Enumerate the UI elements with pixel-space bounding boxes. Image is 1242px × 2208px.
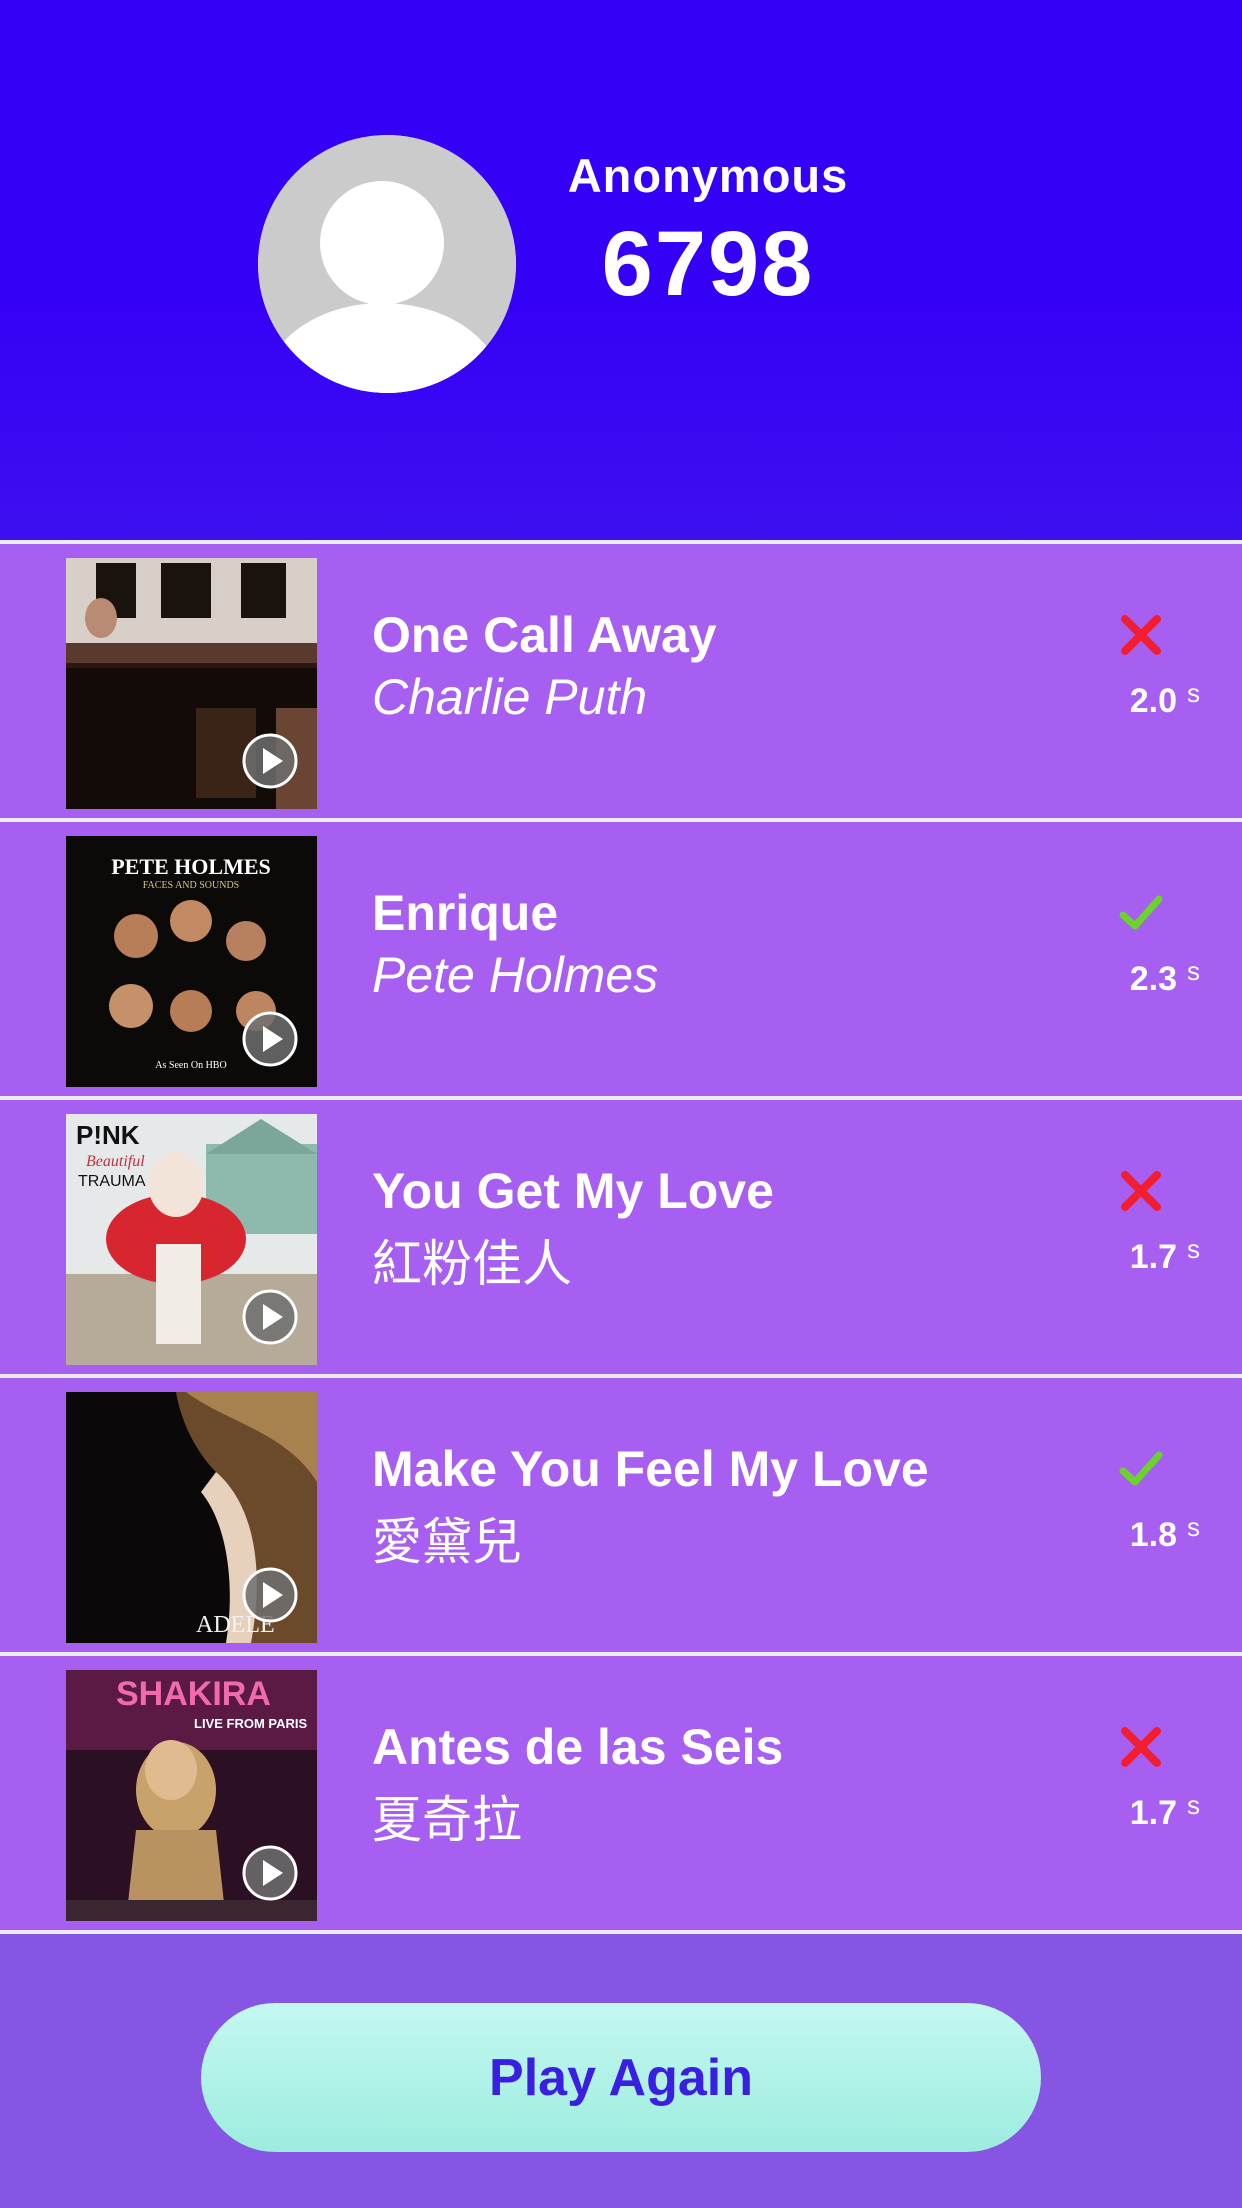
cross-icon	[1118, 612, 1164, 658]
answer-time: 1.7 s	[1129, 1234, 1200, 1276]
divider	[0, 1930, 1242, 1934]
song-artist: Charlie Puth	[372, 669, 648, 725]
song-artist: 愛黛兒	[372, 1514, 522, 1570]
username: Anonymous	[567, 149, 849, 202]
svg-text:PETE HOLMES: PETE HOLMES	[111, 854, 271, 879]
answer-time: 2.3 s	[1129, 956, 1200, 998]
profile-header: Anonymous 6798	[0, 0, 1242, 540]
svg-text:As Seen On HBO: As Seen On HBO	[155, 1060, 226, 1071]
score: 6798	[601, 213, 815, 315]
cross-icon	[1118, 1168, 1164, 1214]
checkmark-icon	[1118, 1446, 1164, 1492]
song-title: One Call Away	[372, 607, 717, 663]
answer-time: 1.8 s	[1129, 1512, 1200, 1554]
song-artist: 夏奇拉	[372, 1792, 522, 1848]
list-item[interactable]: One Call Away Charlie Puth 2.0 s	[0, 544, 1242, 818]
play-circle-icon[interactable]	[242, 1845, 298, 1901]
song-title: You Get My Love	[372, 1163, 774, 1219]
default-user-avatar-icon	[258, 135, 516, 393]
list-item[interactable]: SHAKIRA LIVE FROM PARIS Antes de las Sei…	[0, 1656, 1242, 1930]
album-cover: ADELE	[66, 1392, 317, 1643]
svg-text:TRAUMA: TRAUMA	[78, 1173, 146, 1190]
play-circle-icon[interactable]	[242, 1289, 298, 1345]
svg-text:LIVE FROM PARIS: LIVE FROM PARIS	[194, 1716, 307, 1731]
song-artist: 紅粉佳人	[372, 1236, 572, 1292]
album-cover: P!NK Beautiful TRAUMA	[66, 1114, 317, 1365]
album-cover: PETE HOLMES FACES AND SOUNDS As Seen On …	[66, 836, 317, 1087]
avatar	[258, 135, 516, 393]
album-cover	[66, 558, 317, 809]
song-title: Antes de las Seis	[372, 1719, 784, 1775]
play-circle-icon[interactable]	[242, 733, 298, 789]
list-item[interactable]: P!NK Beautiful TRAUMA You Get My Love 紅粉…	[0, 1100, 1242, 1374]
album-cover: SHAKIRA LIVE FROM PARIS	[66, 1670, 317, 1921]
song-title: Make You Feel My Love	[372, 1441, 929, 1497]
svg-text:Beautiful: Beautiful	[86, 1153, 145, 1170]
svg-text:P!NK: P!NK	[76, 1120, 140, 1150]
play-circle-icon[interactable]	[242, 1567, 298, 1623]
list-item[interactable]: PETE HOLMES FACES AND SOUNDS As Seen On …	[0, 822, 1242, 1096]
song-title: Enrique	[372, 885, 559, 941]
play-circle-icon[interactable]	[242, 1011, 298, 1067]
cross-icon	[1118, 1724, 1164, 1770]
play-again-button[interactable]: Play Again	[201, 2003, 1041, 2152]
footer: Play Again	[0, 1946, 1242, 2208]
list-item[interactable]: ADELE Make You Feel My Love 愛黛兒 1.8 s	[0, 1378, 1242, 1652]
song-artist: Pete Holmes	[372, 947, 659, 1003]
svg-text:FACES AND SOUNDS: FACES AND SOUNDS	[143, 880, 240, 891]
answer-time: 1.7 s	[1129, 1790, 1200, 1832]
checkmark-icon	[1118, 890, 1164, 936]
svg-text:SHAKIRA: SHAKIRA	[116, 1675, 271, 1713]
answer-time: 2.0 s	[1129, 678, 1200, 720]
